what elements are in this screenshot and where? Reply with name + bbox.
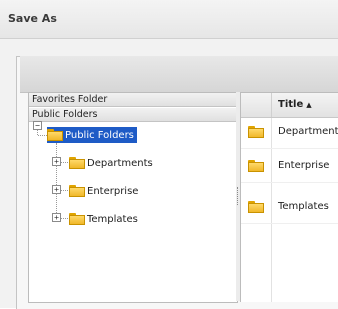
sort-ascending-icon: ▲ (306, 101, 312, 109)
title-column-header[interactable]: Title ▲ (278, 99, 312, 110)
collapse-root-toggle[interactable]: − (33, 121, 42, 130)
dialog-titlebar[interactable]: Save As (0, 0, 338, 39)
expand-enterprise-toggle[interactable]: + (52, 185, 61, 194)
title-column-label: Title (278, 99, 304, 110)
folder-icon (69, 157, 85, 169)
folder-icon (69, 185, 85, 197)
toolbar (20, 56, 338, 93)
tree-node-templates[interactable]: Templates (69, 211, 138, 227)
tree-node-label: Enterprise (87, 185, 139, 197)
folder-tree: − Public Folders + Departments + Enterpr… (29, 121, 237, 302)
tree-node-enterprise[interactable]: Enterprise (69, 183, 138, 199)
tree-node-label: Public Folders (65, 129, 134, 141)
expand-departments-toggle[interactable]: + (52, 157, 61, 166)
row-title: Enterprise (278, 160, 330, 171)
expand-templates-toggle[interactable]: + (52, 213, 61, 222)
table-row[interactable]: Templates (241, 193, 338, 224)
public-folders-header[interactable]: Public Folders (29, 108, 237, 122)
folder-icon (248, 201, 264, 213)
tree-node-label: Departments (87, 157, 153, 169)
table-row[interactable]: Enterprise (241, 152, 338, 183)
icon-column-header[interactable] (241, 93, 272, 117)
grid-header: Title ▲ (241, 93, 338, 118)
folder-open-icon (47, 129, 63, 141)
tree-guide-line (56, 143, 57, 221)
folder-contents-grid: Title ▲ Departments Enterprise Templates (240, 92, 338, 302)
tree-node-departments[interactable]: Departments (69, 155, 153, 171)
folder-icon (248, 160, 264, 172)
folder-icon (248, 126, 264, 138)
folder-navigation-pane: Favorites Folder Public Folders − Public… (28, 92, 238, 303)
folder-icon (69, 213, 85, 225)
dialog-title: Save As (8, 12, 57, 25)
tree-node-label: Templates (87, 213, 138, 225)
table-row[interactable]: Departments (241, 118, 338, 149)
favorites-folder-header[interactable]: Favorites Folder (29, 93, 237, 107)
tree-node-public-folders[interactable]: Public Folders (47, 127, 137, 143)
row-title: Templates (278, 201, 329, 212)
row-title: Departments (278, 126, 338, 137)
